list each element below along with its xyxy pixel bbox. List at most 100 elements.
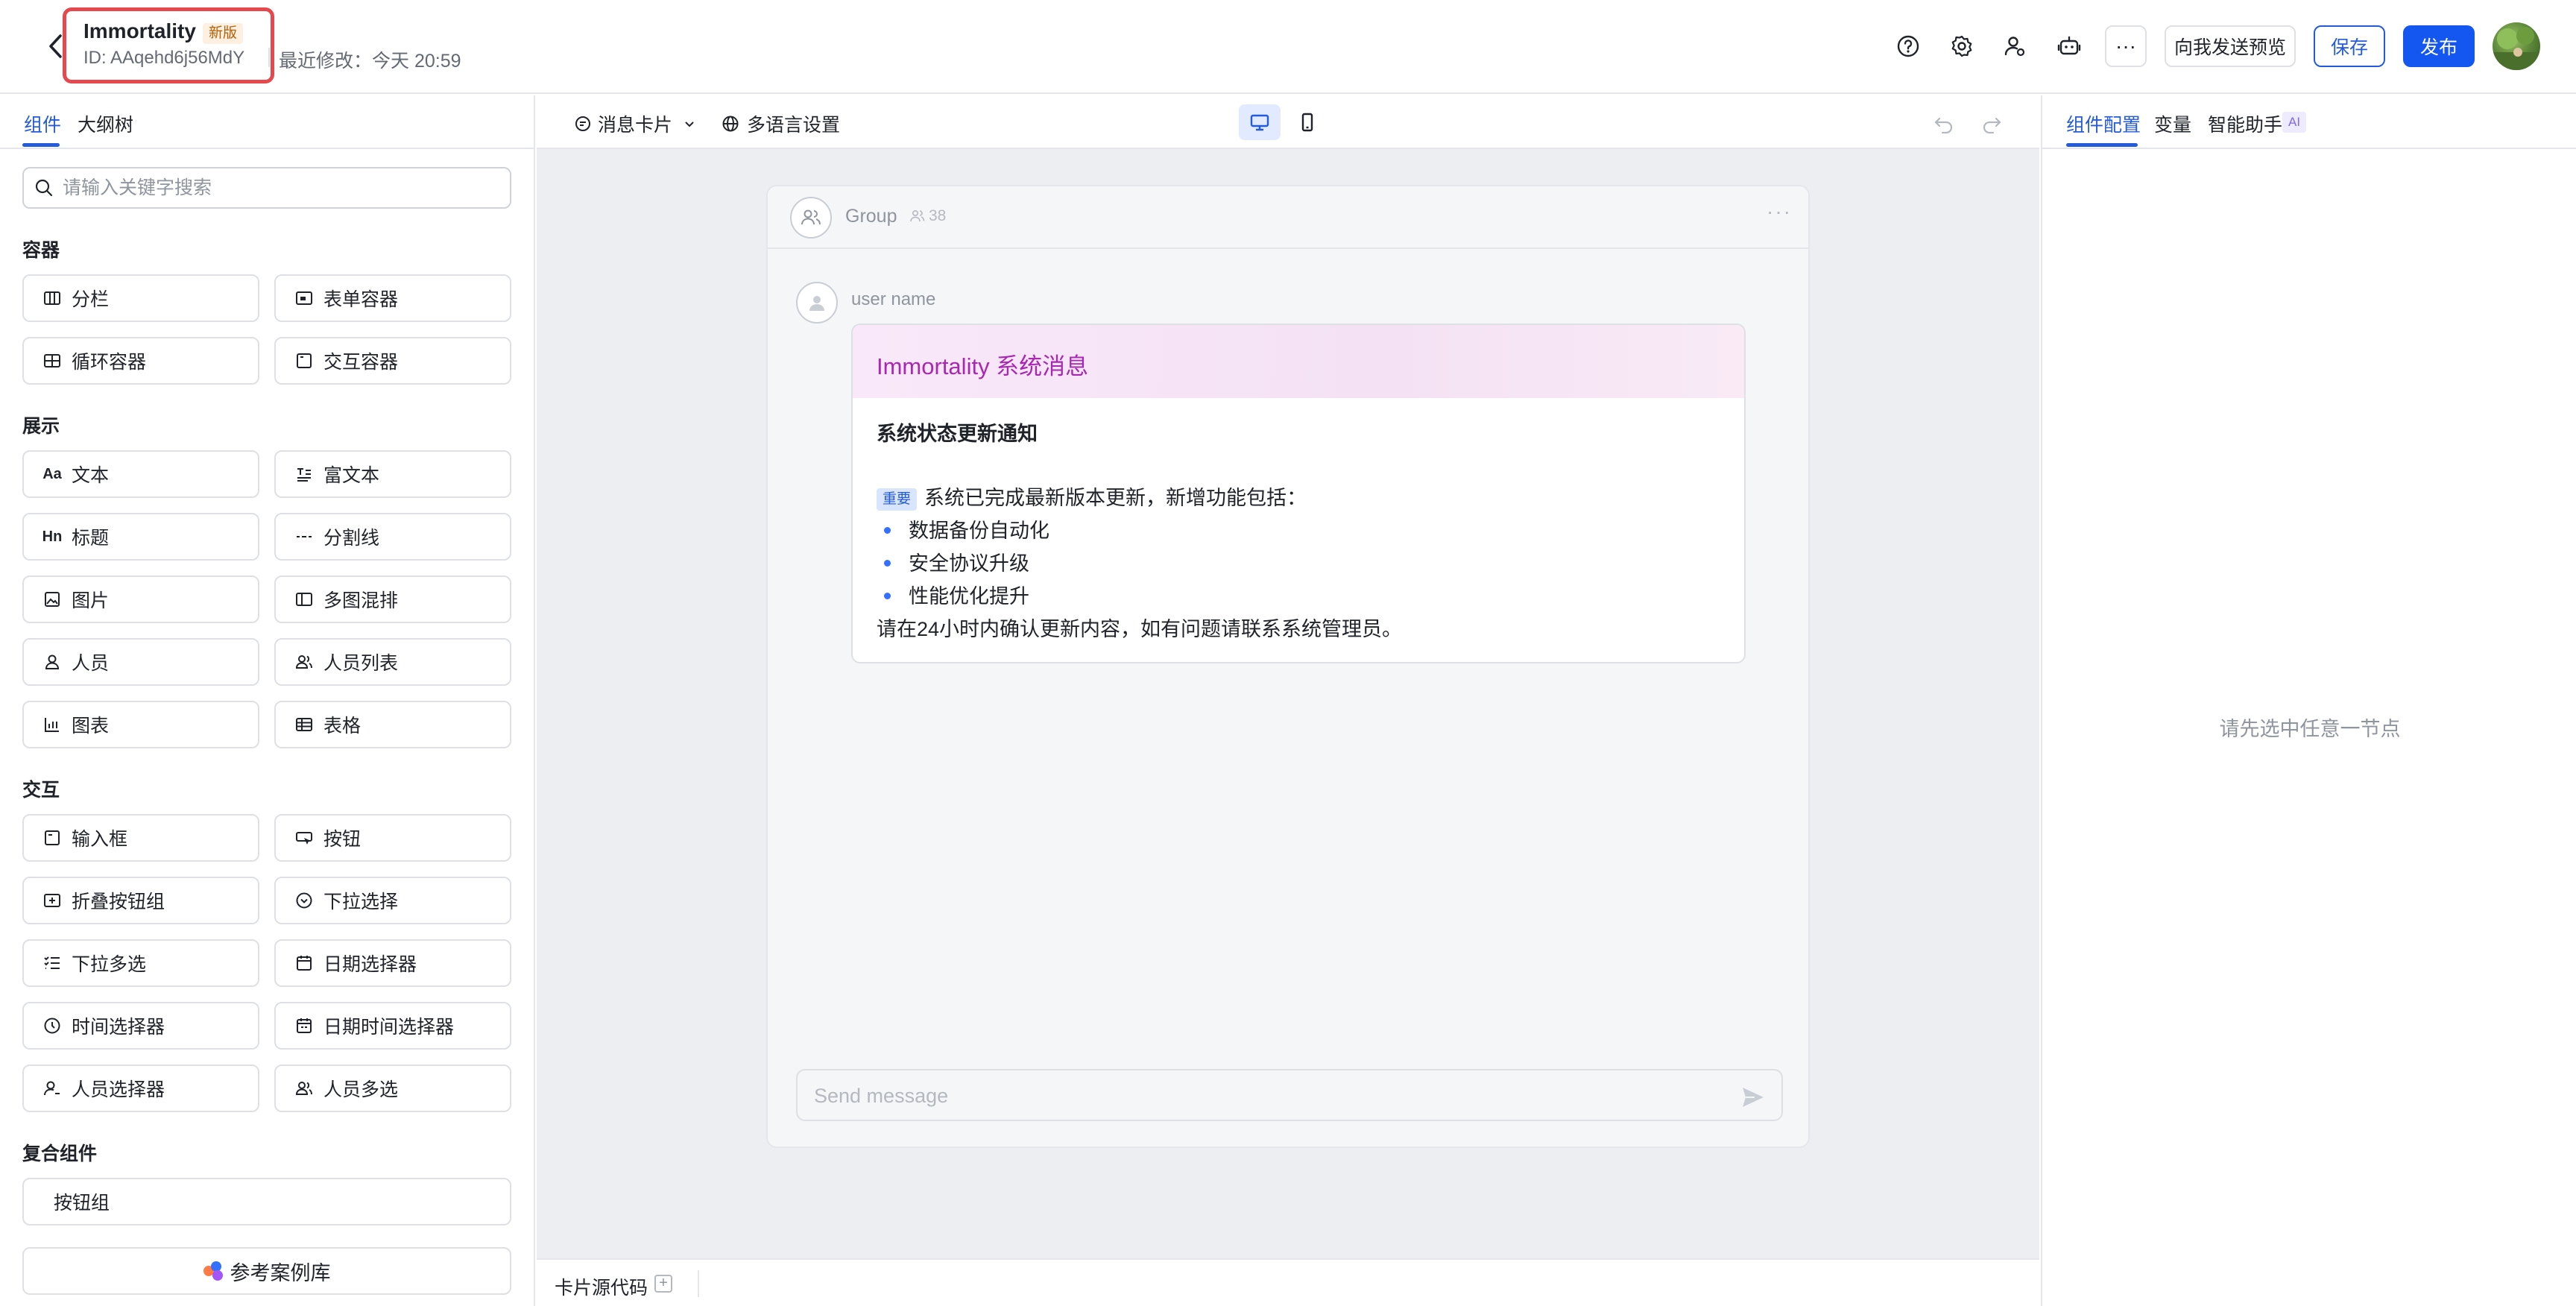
- reference-library-button[interactable]: 参考案例库: [22, 1247, 511, 1295]
- help-icon: [1897, 35, 1919, 57]
- card-header[interactable]: Immortality 系统消息: [853, 325, 1744, 398]
- message-icon: [575, 116, 590, 131]
- component-datetime-picker[interactable]: 日期时间选择器: [274, 1002, 511, 1050]
- avatar[interactable]: [2493, 22, 2540, 70]
- component-button-group[interactable]: 按钮组: [22, 1178, 511, 1225]
- section-title-display: 展示: [22, 416, 60, 437]
- text-icon: Aa: [42, 465, 62, 482]
- device-toggle: [1239, 104, 1328, 140]
- group-icon: [801, 209, 821, 225]
- people-icon: [294, 1078, 315, 1099]
- component-time-picker[interactable]: 时间选择器: [22, 1002, 259, 1050]
- i18n-settings-label: 多语言设置: [747, 115, 841, 136]
- send-preview-button[interactable]: 向我发送预览: [2165, 25, 2296, 67]
- clock-icon: [42, 1015, 63, 1036]
- component-rich-text[interactable]: 富文本: [274, 450, 511, 498]
- component-person-multi-select[interactable]: 人员多选: [274, 1064, 511, 1112]
- component-divider[interactable]: 分割线: [274, 513, 511, 561]
- search-box[interactable]: [22, 167, 511, 209]
- ai-badge: AI: [2282, 112, 2307, 133]
- heading-icon: Hn: [42, 528, 63, 545]
- component-label: 日期时间选择器: [323, 1017, 455, 1038]
- group-name: Group: [845, 206, 897, 227]
- mobile-view-button[interactable]: [1287, 104, 1328, 140]
- section-title-composite: 复合组件: [22, 1143, 98, 1164]
- collaborators-button[interactable]: [1999, 30, 2032, 63]
- image-icon: [42, 589, 63, 610]
- component-label: 图表: [72, 716, 110, 736]
- component-multi-select[interactable]: 下拉多选: [22, 939, 259, 987]
- card-title: Immortality 系统消息: [877, 353, 1089, 379]
- card-footer-text: 请在24小时内确认更新内容，如有问题请联系系统管理员。: [877, 618, 1403, 640]
- component-date-picker[interactable]: 日期选择器: [274, 939, 511, 987]
- component-person-picker[interactable]: 人员选择器: [22, 1064, 259, 1112]
- component-label: 按钮: [323, 829, 362, 850]
- section-title-container: 容器: [22, 240, 60, 261]
- settings-button[interactable]: [1945, 30, 1978, 63]
- send-button[interactable]: [1738, 1082, 1768, 1112]
- table-icon: [294, 714, 315, 735]
- app-name[interactable]: Immortality: [83, 19, 196, 43]
- more-button[interactable]: ···: [2105, 25, 2147, 67]
- component-input[interactable]: 输入框: [22, 814, 259, 862]
- user-settings-icon: [2004, 37, 2025, 57]
- message-card[interactable]: Immortality 系统消息 系统状态更新通知 重要 系统已完成最新版本更新，…: [851, 324, 1746, 663]
- component-multi-image[interactable]: 多图混排: [274, 575, 511, 623]
- component-person[interactable]: 人员: [22, 638, 259, 686]
- component-label: 人员列表: [323, 653, 399, 674]
- send-message-input[interactable]: [814, 1081, 1708, 1111]
- bar-chart-icon: [42, 714, 63, 735]
- component-form-container[interactable]: 表单容器: [274, 274, 511, 322]
- desktop-view-button[interactable]: [1239, 104, 1281, 140]
- component-heading[interactable]: Hn 标题: [22, 513, 259, 561]
- redo-button[interactable]: [1977, 109, 2007, 139]
- source-code-tab[interactable]: 卡片源代码: [555, 1273, 648, 1300]
- tab-ai-assistant[interactable]: 智能助手: [2208, 110, 2282, 137]
- card-type-dropdown[interactable]: 消息卡片: [574, 110, 696, 137]
- person-icon: [42, 652, 63, 672]
- component-button[interactable]: 按钮: [274, 814, 511, 862]
- undo-button[interactable]: [1929, 109, 1959, 139]
- component-image[interactable]: 图片: [22, 575, 259, 623]
- chat-preview-frame: Group 38 ··· user name Immortality 系统消息 …: [766, 185, 1810, 1148]
- tab-outline-tree[interactable]: 大纲树: [78, 110, 133, 137]
- form-container-icon: [294, 288, 315, 309]
- member-count: 38: [909, 207, 946, 225]
- i18n-settings-button[interactable]: 多语言设置: [722, 110, 840, 137]
- tab-indicator: [2066, 143, 2138, 147]
- important-tag: 重要: [877, 488, 918, 511]
- expand-icon[interactable]: +: [654, 1275, 672, 1293]
- component-columns[interactable]: 分栏: [22, 274, 259, 322]
- component-collapse-button-group[interactable]: 折叠按钮组: [22, 877, 259, 924]
- right-tabs: 组件配置 变量 智能助手 AI: [2042, 95, 2576, 149]
- canvas-area: 消息卡片 多语言设置 Group 38 ··· user name Immort…: [537, 95, 2039, 1306]
- send-icon: [1743, 1088, 1764, 1107]
- group-more-icon[interactable]: ···: [1767, 200, 1792, 224]
- list-item: 性能优化提升: [877, 580, 1029, 609]
- gear-icon: [1951, 35, 1972, 57]
- message-composer[interactable]: [796, 1069, 1783, 1121]
- component-label: 标题: [72, 528, 110, 549]
- component-table[interactable]: 表格: [274, 701, 511, 748]
- component-label: 折叠按钮组: [72, 892, 165, 912]
- bot-button[interactable]: [2053, 30, 2086, 63]
- component-interactive-container[interactable]: 交互容器: [274, 337, 511, 385]
- list-item-text: 数据备份自动化: [909, 520, 1049, 542]
- component-chart[interactable]: 图表: [22, 701, 259, 748]
- canvas-toolbar: 消息卡片 多语言设置: [537, 95, 2039, 149]
- component-label: 下拉多选: [72, 954, 147, 975]
- component-label: 表单容器: [323, 289, 399, 310]
- component-loop-container[interactable]: 循环容器: [22, 337, 259, 385]
- component-text[interactable]: Aa 文本: [22, 450, 259, 498]
- component-dropdown-select[interactable]: 下拉选择: [274, 877, 511, 924]
- search-input[interactable]: [63, 177, 480, 199]
- help-button[interactable]: [1892, 30, 1925, 63]
- tab-component-config[interactable]: 组件配置: [2066, 110, 2141, 137]
- user-icon: [809, 296, 824, 311]
- save-button[interactable]: 保存: [2314, 25, 2385, 67]
- tab-components[interactable]: 组件: [24, 110, 61, 137]
- avatar-image: [2493, 27, 2540, 70]
- tab-variables[interactable]: 变量: [2154, 110, 2191, 137]
- publish-button[interactable]: 发布: [2403, 25, 2475, 67]
- component-person-list[interactable]: 人员列表: [274, 638, 511, 686]
